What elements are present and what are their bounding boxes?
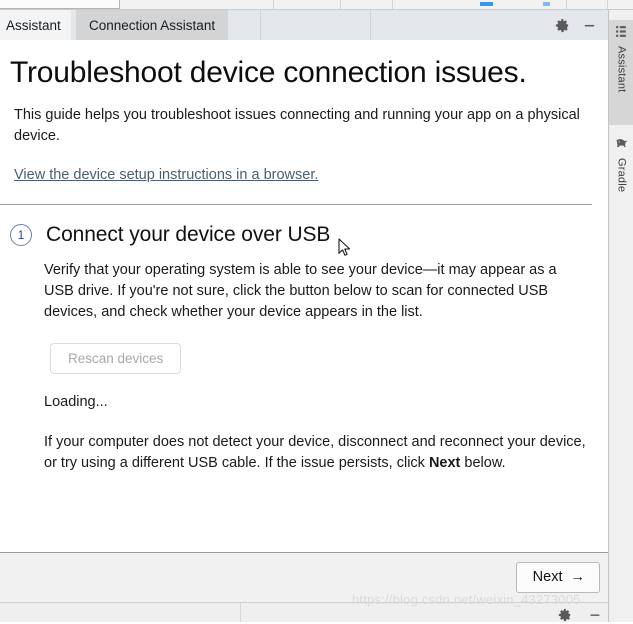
rail-item-assistant[interactable]: Assistant (609, 20, 633, 125)
page-title: Troubleshoot device connection issues. (10, 56, 527, 89)
grid-icon (615, 25, 628, 43)
tabstrip-divider (370, 10, 371, 40)
bottom-strip-tools (556, 606, 604, 624)
assistant-content-panel: Troubleshoot device connection issues. T… (0, 40, 608, 552)
bottom-strip-divider (240, 603, 241, 622)
tab-assistant-label: Assistant (6, 17, 61, 33)
gear-icon[interactable] (556, 606, 574, 624)
step-number-badge: 1 (10, 223, 32, 246)
step-title: Connect your device over USB (46, 222, 331, 246)
tool-window-tabstrip: Assistant Connection Assistant (0, 10, 608, 40)
connection-assistant-window: Assistant Connection Assistant Troublesh… (0, 0, 633, 622)
ide-sliver-divider (340, 0, 341, 9)
arrow-right-icon: → (570, 569, 586, 585)
assistant-footer: Next → (0, 552, 608, 602)
rescan-button-row: Rescan devices (0, 323, 608, 374)
ide-sliver-divider (392, 0, 393, 9)
step-hint-text: If your computer does not detect your de… (0, 410, 608, 474)
ide-sliver-divider (607, 0, 608, 9)
right-tool-rail: Assistant Gradle (608, 10, 633, 622)
intro-paragraph: This guide helps you troubleshoot issues… (14, 106, 580, 144)
next-button[interactable]: Next → (515, 562, 600, 593)
ide-sliver-divider (273, 0, 274, 9)
step-hint-after: below. (460, 454, 506, 471)
tab-connection-assistant[interactable]: Connection Assistant (76, 10, 229, 40)
step-body-text: Verify that your operating system is abl… (44, 261, 557, 320)
rail-item-gradle[interactable]: Gradle (609, 132, 633, 217)
minimize-icon[interactable] (586, 606, 604, 624)
rail-item-gradle-label: Gradle (615, 158, 628, 193)
ide-sliver-indicator (480, 2, 493, 6)
ide-sliver-indicator (543, 2, 550, 6)
tabstrip-tool-buttons (553, 10, 606, 40)
elephant-icon (614, 137, 629, 155)
tabstrip-divider (260, 10, 261, 40)
ide-bottom-strip (0, 602, 608, 622)
minimize-icon[interactable] (580, 16, 598, 34)
ide-sliver-divider (566, 0, 567, 9)
ide-top-sliver (0, 0, 633, 10)
tab-connection-assistant-label: Connection Assistant (89, 17, 216, 33)
device-setup-link[interactable]: View the device setup instructions in a … (0, 147, 318, 183)
tab-assistant[interactable]: Assistant (0, 10, 71, 40)
step-header: 1 Connect your device over USB (0, 205, 608, 247)
rescan-devices-button[interactable]: Rescan devices (50, 342, 182, 374)
next-button-label: Next (532, 569, 563, 585)
ide-sliver-panel (0, 0, 120, 9)
gear-icon[interactable] (553, 16, 571, 34)
rail-item-assistant-label: Assistant (615, 46, 628, 93)
loading-status: Loading... (44, 393, 108, 410)
step-hint-bold: Next (428, 454, 461, 471)
